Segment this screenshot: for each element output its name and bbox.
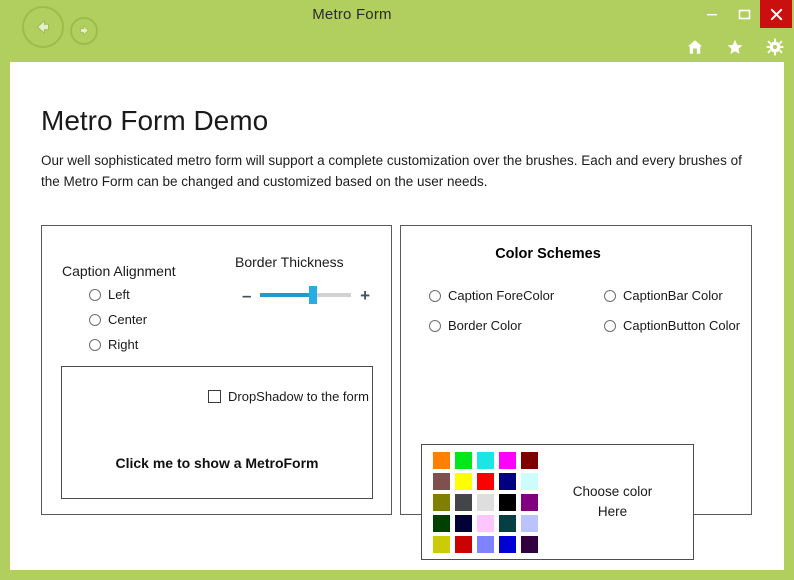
radio-circle-icon xyxy=(89,338,101,351)
choose-color-line2: Here xyxy=(597,504,628,519)
color-schemes-panel: Color Schemes Caption ForeColor CaptionB… xyxy=(400,225,752,560)
color-swatch[interactable] xyxy=(433,493,450,511)
maximize-icon xyxy=(738,9,751,20)
color-swatch[interactable] xyxy=(433,451,450,469)
color-picker-box: Choose color Here xyxy=(421,444,694,560)
choose-color-label: Choose color Here xyxy=(538,482,693,522)
color-swatch[interactable] xyxy=(477,472,494,490)
radio-alignment-left-label: Left xyxy=(108,287,130,302)
slider-fill xyxy=(260,293,313,297)
minimize-icon xyxy=(707,14,717,16)
slider-track[interactable] xyxy=(260,286,352,304)
page-title: Metro Form Demo xyxy=(41,105,269,136)
color-swatch[interactable] xyxy=(521,472,538,490)
radio-alignment-right[interactable]: Right xyxy=(89,337,138,352)
color-swatch[interactable] xyxy=(521,514,538,532)
radio-alignment-center-label: Center xyxy=(108,312,148,327)
title-bar: Metro Form xyxy=(0,0,794,62)
color-swatch[interactable] xyxy=(521,451,538,469)
radio-alignment-left[interactable]: Left xyxy=(89,287,130,302)
color-swatch[interactable] xyxy=(455,472,472,490)
radio-circle-icon xyxy=(89,288,101,301)
close-icon xyxy=(770,8,782,20)
color-swatch[interactable] xyxy=(499,514,516,532)
radio-alignment-right-label: Right xyxy=(108,337,139,352)
radio-captionbar-color[interactable]: CaptionBar Color xyxy=(604,288,723,303)
radio-caption-forecolor[interactable]: Caption ForeColor xyxy=(429,288,554,303)
border-thickness-slider[interactable]: – + xyxy=(242,284,370,306)
radio-captionbutton-color-label: CaptionButton Color xyxy=(623,318,741,333)
color-swatch[interactable] xyxy=(433,472,450,490)
slider-decrease-button[interactable]: – xyxy=(242,287,251,304)
radio-border-color[interactable]: Border Color xyxy=(429,318,522,333)
home-icon-glyph xyxy=(687,40,703,54)
dropshadow-checkbox[interactable]: DropShadow to the form xyxy=(208,389,369,404)
tool-icons xyxy=(686,38,784,56)
checkbox-square-icon xyxy=(208,390,221,403)
color-swatch[interactable] xyxy=(499,493,516,511)
gear-icon[interactable] xyxy=(766,38,784,56)
page-description: Our well sophisticated metro form will s… xyxy=(41,153,742,189)
slider-increase-button[interactable]: + xyxy=(360,287,370,304)
color-swatch[interactable] xyxy=(521,535,538,553)
maximize-button[interactable] xyxy=(728,0,760,28)
color-swatch[interactable] xyxy=(477,493,494,511)
color-swatch[interactable] xyxy=(455,514,472,532)
radio-circle-icon xyxy=(429,319,441,332)
minimize-button[interactable] xyxy=(696,0,728,28)
radio-circle-icon xyxy=(604,289,616,302)
close-button[interactable] xyxy=(760,0,792,28)
slider-thumb[interactable] xyxy=(309,286,317,304)
metro-form-window: Metro Form Metro Form Demo Our well soph… xyxy=(0,0,794,580)
color-swatch[interactable] xyxy=(521,493,538,511)
color-swatch[interactable] xyxy=(499,472,516,490)
border-thickness-label: Border Thickness xyxy=(235,254,344,270)
metroform-preview-box: DropShadow to the form Click me to show … xyxy=(61,366,373,499)
window-title: Metro Form xyxy=(0,6,794,23)
color-swatch[interactable] xyxy=(455,535,472,553)
radio-alignment-center[interactable]: Center xyxy=(89,312,147,327)
color-swatch-grid xyxy=(433,451,538,553)
color-swatch[interactable] xyxy=(477,514,494,532)
home-icon[interactable] xyxy=(686,38,704,56)
color-swatch[interactable] xyxy=(455,493,472,511)
arrow-right-icon xyxy=(79,25,89,36)
gear-icon-glyph xyxy=(766,38,784,56)
color-swatch[interactable] xyxy=(477,451,494,469)
radio-captionbar-color-label: CaptionBar Color xyxy=(623,288,723,303)
color-swatch[interactable] xyxy=(477,535,494,553)
color-swatch[interactable] xyxy=(433,514,450,532)
star-icon[interactable] xyxy=(726,38,744,56)
radio-border-color-label: Border Color xyxy=(448,318,522,333)
radio-circle-icon xyxy=(89,313,101,326)
caption-alignment-label: Caption Alignment xyxy=(62,263,176,279)
dropshadow-checkbox-label: DropShadow to the form xyxy=(228,389,369,404)
color-swatch[interactable] xyxy=(455,451,472,469)
radio-circle-icon xyxy=(429,289,441,302)
color-swatch[interactable] xyxy=(433,535,450,553)
star-icon-glyph xyxy=(727,39,743,55)
choose-color-line1: Choose color xyxy=(572,484,653,499)
color-swatch[interactable] xyxy=(499,535,516,553)
color-schemes-title-text: Color Schemes xyxy=(495,246,601,262)
window-title-text: Metro Form xyxy=(312,6,392,23)
radio-captionbutton-color[interactable]: CaptionButton Color xyxy=(604,318,740,333)
content-area: Metro Form Demo Our well sophisticated m… xyxy=(10,62,784,570)
system-buttons xyxy=(696,0,794,28)
show-metroform-button[interactable]: Click me to show a MetroForm xyxy=(62,455,372,471)
color-swatch[interactable] xyxy=(499,451,516,469)
radio-circle-icon xyxy=(604,319,616,332)
radio-caption-forecolor-label: Caption ForeColor xyxy=(448,288,555,303)
color-schemes-title: Color Schemes xyxy=(401,246,751,262)
caption-alignment-panel: Caption Alignment Left Center Right Bord… xyxy=(41,225,392,515)
